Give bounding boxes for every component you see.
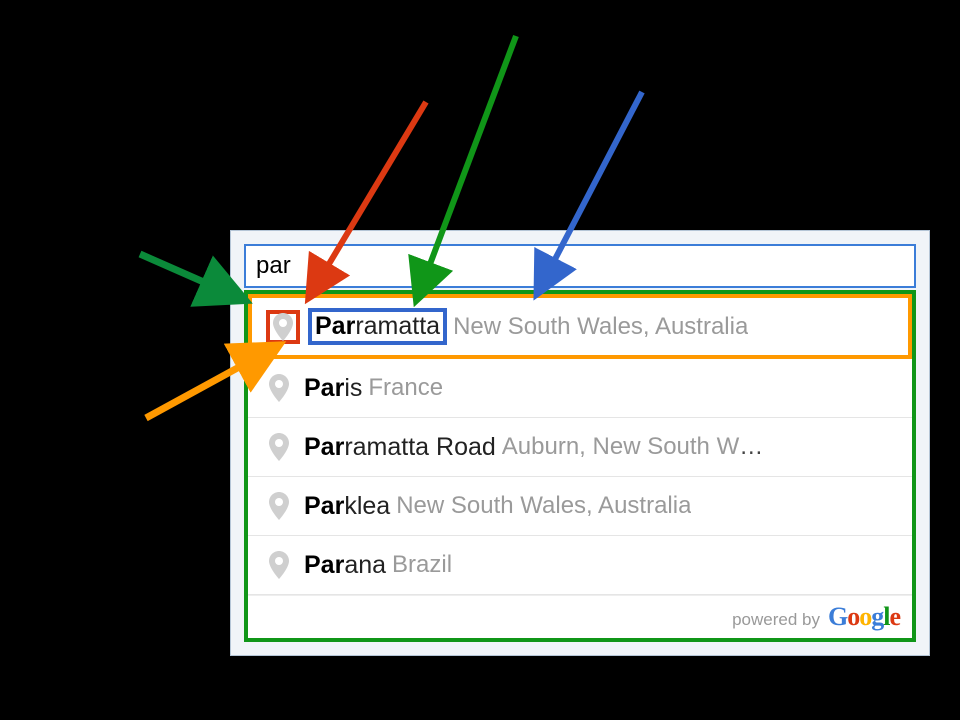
primary-text-outline: Parramatta — [308, 308, 447, 345]
marker-icon-wrap — [262, 489, 296, 523]
suggestion-primary: Paris — [304, 374, 362, 403]
google-logo: Google — [828, 602, 900, 632]
arrow-dgreen — [140, 254, 240, 298]
marker-icon-outline — [266, 310, 300, 344]
suggestion-secondary: New South Wales, Australia — [396, 492, 691, 520]
powered-by-text: powered by — [732, 610, 820, 630]
suggestion-primary: Parramatta — [315, 312, 440, 341]
suggestion-highlight-outline: Parramatta New South Wales, Australia — [248, 294, 912, 359]
marker-icon — [269, 374, 289, 402]
marker-icon-wrap — [262, 430, 296, 464]
marker-icon-wrap — [262, 371, 296, 405]
marker-icon — [269, 492, 289, 520]
suggestion-item[interactable]: Paris France — [248, 359, 912, 418]
suggestion-primary: Parramatta Road — [304, 433, 496, 462]
marker-icon — [269, 551, 289, 579]
suggestion-primary: Parana — [304, 551, 386, 580]
suggestion-secondary: Auburn, New South W… — [502, 433, 763, 461]
autocomplete-widget: Parramatta New South Wales, Australia Pa… — [230, 230, 930, 656]
suggestion-secondary: New South Wales, Australia — [453, 313, 748, 341]
suggestion-item[interactable]: Parramatta Road Auburn, New South W… — [248, 418, 912, 477]
dropdown-footer: powered by Google — [248, 595, 912, 638]
suggestions-dropdown: Parramatta New South Wales, Australia Pa… — [244, 290, 916, 642]
search-wrapper — [244, 244, 916, 290]
suggestion-item[interactable]: Parramatta New South Wales, Australia — [252, 298, 908, 355]
suggestion-item[interactable]: Parklea New South Wales, Australia — [248, 477, 912, 536]
marker-icon-wrap — [262, 548, 296, 582]
suggestion-primary: Parklea — [304, 492, 390, 521]
suggestion-secondary: France — [368, 374, 443, 402]
marker-icon — [273, 313, 293, 341]
suggestion-item[interactable]: Parana Brazil — [248, 536, 912, 595]
suggestion-secondary: Brazil — [392, 551, 452, 579]
marker-icon — [269, 433, 289, 461]
search-input[interactable] — [244, 244, 916, 288]
